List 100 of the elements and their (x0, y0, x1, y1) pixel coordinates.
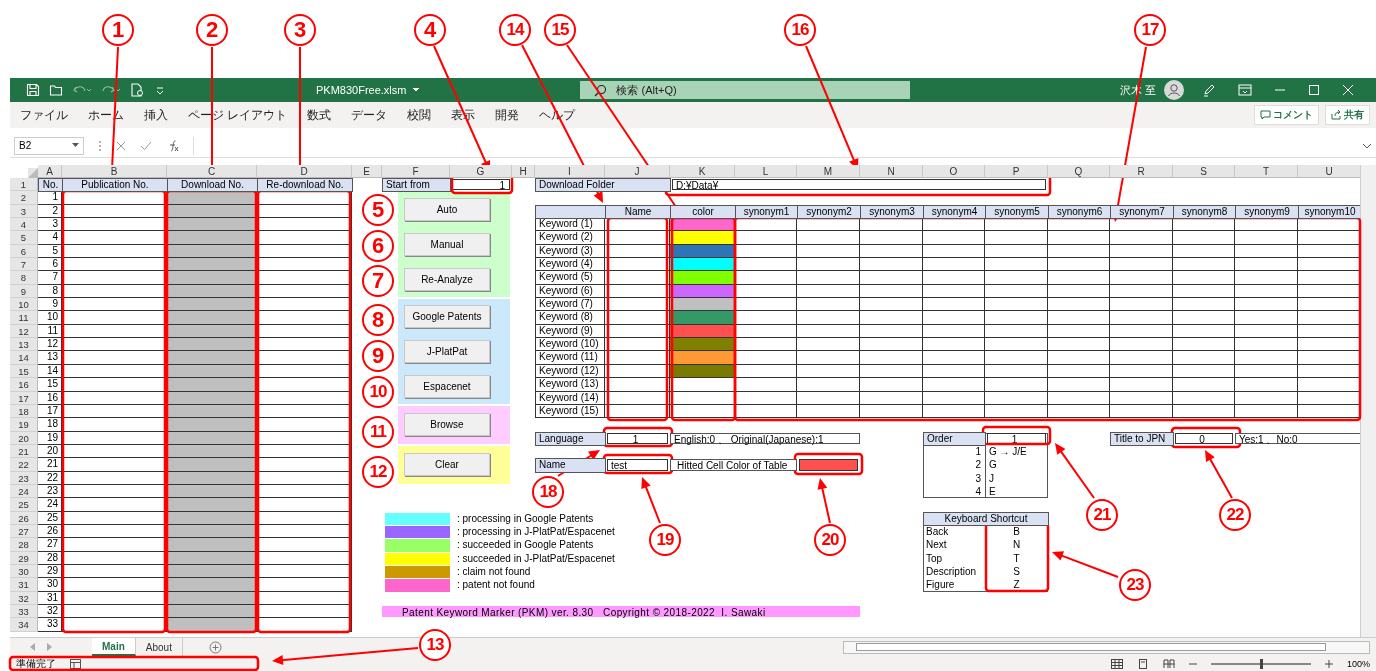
column-header[interactable]: M (797, 165, 860, 178)
row-number[interactable]: 33 (10, 605, 38, 619)
horizontal-scrollbar[interactable] (843, 640, 1370, 654)
row-number[interactable]: 22 (10, 458, 38, 472)
folder-path-field[interactable]: D:¥Data¥ (672, 179, 1046, 191)
name-box[interactable]: B2 (14, 136, 84, 155)
column-header[interactable]: K (670, 165, 735, 178)
table-cell[interactable] (257, 378, 352, 392)
table-cell[interactable] (1235, 271, 1298, 285)
table-cell[interactable] (257, 605, 352, 619)
table-cell[interactable] (1110, 231, 1173, 245)
table-cell[interactable] (167, 498, 257, 512)
table-cell[interactable] (860, 351, 923, 365)
table-cell[interactable] (1235, 244, 1298, 259)
table-cell[interactable] (257, 498, 352, 512)
table-cell[interactable] (1110, 284, 1173, 299)
table-cell[interactable] (257, 538, 352, 552)
start-from-field[interactable]: 1 (452, 179, 510, 191)
search-field[interactable]: 検索 (Alt+Q) (580, 81, 911, 99)
table-cell[interactable] (1110, 298, 1173, 312)
table-cell[interactable] (985, 404, 1048, 419)
table-cell[interactable] (735, 391, 797, 405)
check-icon[interactable] (140, 140, 152, 151)
table-cell[interactable] (797, 351, 860, 365)
column-header[interactable]: G (450, 165, 512, 178)
table-cell[interactable] (1048, 258, 1110, 272)
table-cell[interactable] (923, 218, 985, 232)
table-cell[interactable] (1048, 364, 1110, 379)
table-cell[interactable] (257, 311, 352, 325)
table-cell[interactable] (167, 218, 257, 232)
table-cell[interactable] (860, 404, 923, 419)
table-cell[interactable] (167, 418, 257, 432)
table-cell[interactable] (735, 351, 797, 365)
table-cell[interactable] (1235, 338, 1298, 352)
table-cell[interactable] (985, 284, 1048, 299)
table-cell[interactable] (985, 338, 1048, 352)
table-cell[interactable] (1235, 218, 1298, 232)
table-cell[interactable] (1173, 271, 1235, 285)
row-number[interactable]: 19 (10, 418, 38, 432)
table-cell[interactable] (860, 364, 923, 379)
table-cell[interactable] (1048, 231, 1110, 245)
table-cell[interactable] (167, 351, 257, 365)
cancel-icon[interactable] (116, 140, 126, 151)
ribbon-tab[interactable]: ページ レイアウト (180, 106, 296, 124)
table-cell[interactable] (257, 324, 352, 339)
table-cell[interactable] (735, 231, 797, 245)
table-cell[interactable] (1235, 298, 1298, 312)
table-cell[interactable] (923, 391, 985, 405)
table-cell[interactable] (860, 271, 923, 285)
table-cell[interactable] (1048, 404, 1110, 419)
table-cell[interactable] (167, 378, 257, 392)
table-cell[interactable] (735, 324, 797, 339)
zoom-level[interactable]: 100% (1346, 658, 1370, 669)
table-cell[interactable] (735, 311, 797, 325)
table-cell[interactable] (1048, 284, 1110, 299)
table-cell[interactable] (860, 311, 923, 325)
table-cell[interactable] (1110, 324, 1173, 339)
page-break-icon[interactable] (1162, 658, 1175, 669)
color-swatch[interactable] (670, 298, 735, 312)
ribbon-tab[interactable]: 校閲 (399, 106, 440, 124)
table-cell[interactable] (257, 258, 352, 272)
table-cell[interactable] (257, 564, 352, 579)
vertical-scrollbar[interactable] (1360, 165, 1376, 637)
table-cell[interactable] (860, 284, 923, 299)
table-cell[interactable] (1110, 311, 1173, 325)
table-cell[interactable] (797, 271, 860, 285)
table-cell[interactable] (1235, 231, 1298, 245)
table-cell[interactable] (1235, 391, 1298, 405)
table-cell[interactable] (257, 191, 352, 205)
table-cell[interactable] (923, 404, 985, 419)
table-cell[interactable] (257, 511, 352, 525)
table-cell[interactable] (257, 231, 352, 245)
table-cell[interactable] (1110, 404, 1173, 419)
column-header[interactable]: U (1298, 165, 1360, 178)
table-cell[interactable] (1173, 364, 1235, 379)
color-swatch[interactable] (670, 311, 735, 325)
table-cell[interactable] (167, 538, 257, 552)
column-header[interactable]: D (257, 165, 352, 178)
table-cell[interactable] (1110, 271, 1173, 285)
table-cell[interactable] (797, 391, 860, 405)
table-cell[interactable] (1173, 311, 1235, 325)
table-cell[interactable] (257, 244, 352, 259)
table-cell[interactable] (1048, 391, 1110, 405)
macro-button[interactable]: Browse (404, 413, 490, 437)
table-cell[interactable] (167, 258, 257, 272)
table-cell[interactable] (985, 324, 1048, 339)
zoom-slider-thumb[interactable] (1259, 658, 1263, 669)
row-number[interactable]: 25 (10, 498, 38, 512)
color-swatch[interactable] (670, 258, 735, 272)
table-cell[interactable] (923, 284, 985, 299)
table-cell[interactable] (257, 204, 352, 219)
color-swatch[interactable] (670, 351, 735, 365)
ribbon-tab[interactable]: 数式 (299, 106, 340, 124)
column-header[interactable]: E (352, 165, 382, 178)
column-header[interactable]: R (1110, 165, 1173, 178)
pen-icon[interactable] (1202, 83, 1216, 97)
table-cell[interactable] (1110, 351, 1173, 365)
row-number[interactable]: 11 (10, 311, 38, 325)
table-cell[interactable] (860, 244, 923, 259)
table-cell[interactable] (257, 484, 352, 499)
